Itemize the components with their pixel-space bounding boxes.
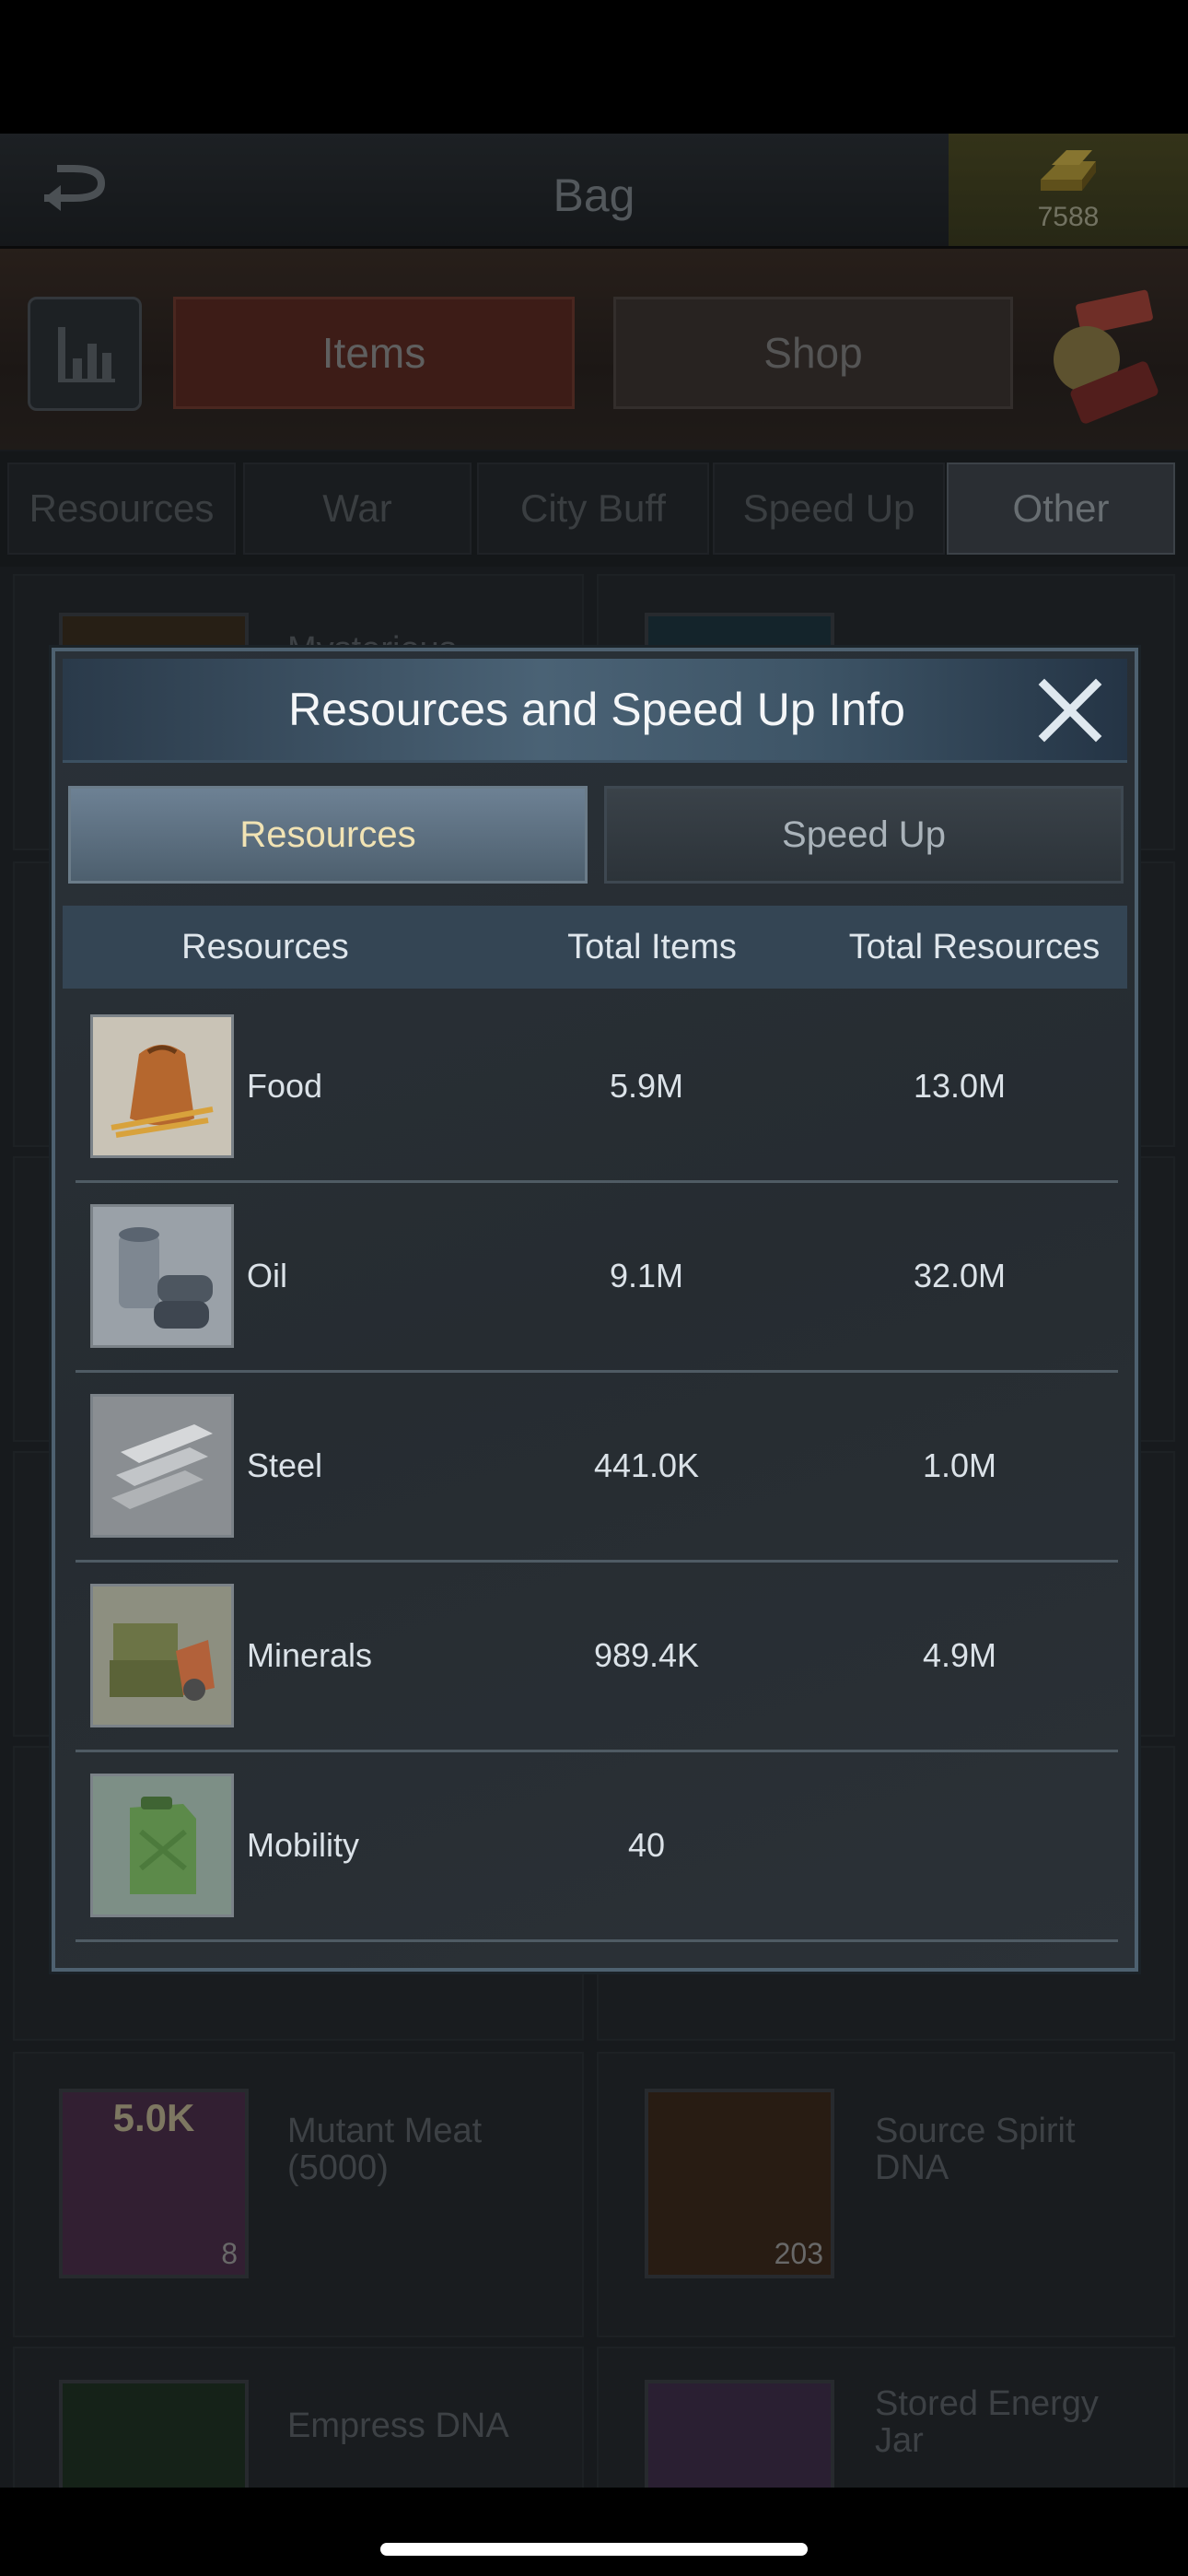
total-items: 9.1M: [609, 1257, 684, 1294]
total-items: 989.4K: [593, 1636, 700, 1674]
resource-name: Minerals: [247, 1636, 373, 1674]
oil-barrel-icon: [90, 1204, 234, 1348]
minerals-crate-icon: [90, 1584, 234, 1727]
total-resources: [812, 1751, 1107, 1939]
resource-name: Mobility: [247, 1826, 360, 1864]
table-row: Food 5.9M 13.0M: [76, 992, 1118, 1183]
steel-beams-icon: [90, 1394, 234, 1538]
modal-title: Resources and Speed Up Info: [288, 684, 905, 735]
resource-name: Food: [247, 1067, 323, 1105]
table-row: Minerals 989.4K 4.9M: [76, 1562, 1118, 1752]
resource-name: Oil: [247, 1257, 287, 1294]
total-resources: 32.0M: [913, 1257, 1007, 1294]
resource-name: Steel: [247, 1446, 323, 1484]
total-items: 40: [627, 1826, 666, 1864]
total-resources: 13.0M: [913, 1067, 1007, 1105]
tab-speed-up[interactable]: Speed Up: [604, 786, 1124, 884]
table-row: Oil 9.1M 32.0M: [76, 1182, 1118, 1373]
food-sack-icon: [90, 1014, 234, 1158]
column-header-total-resources: Total Resources: [848, 928, 1101, 966]
total-items: 441.0K: [593, 1446, 700, 1484]
table-row: Steel 441.0K 1.0M: [76, 1372, 1118, 1563]
home-indicator[interactable]: [380, 2543, 808, 2556]
table-header: Resources Total Items Total Resources: [63, 906, 1127, 989]
close-button[interactable]: [1035, 675, 1105, 745]
table-row: Mobility 40: [76, 1751, 1118, 1942]
modal-header: Resources and Speed Up Info: [63, 659, 1127, 763]
tab-resources[interactable]: Resources: [68, 786, 588, 884]
column-header-resources: Resources: [181, 928, 349, 966]
column-header-total-items: Total Items: [567, 928, 737, 966]
resources-info-modal: Resources and Speed Up Info Resources Sp…: [52, 648, 1138, 1972]
total-items: 5.9M: [609, 1067, 684, 1105]
total-resources: 4.9M: [922, 1636, 997, 1674]
jerrycan-icon: [90, 1774, 234, 1917]
total-resources: 1.0M: [922, 1446, 997, 1484]
close-icon: [1038, 678, 1102, 743]
